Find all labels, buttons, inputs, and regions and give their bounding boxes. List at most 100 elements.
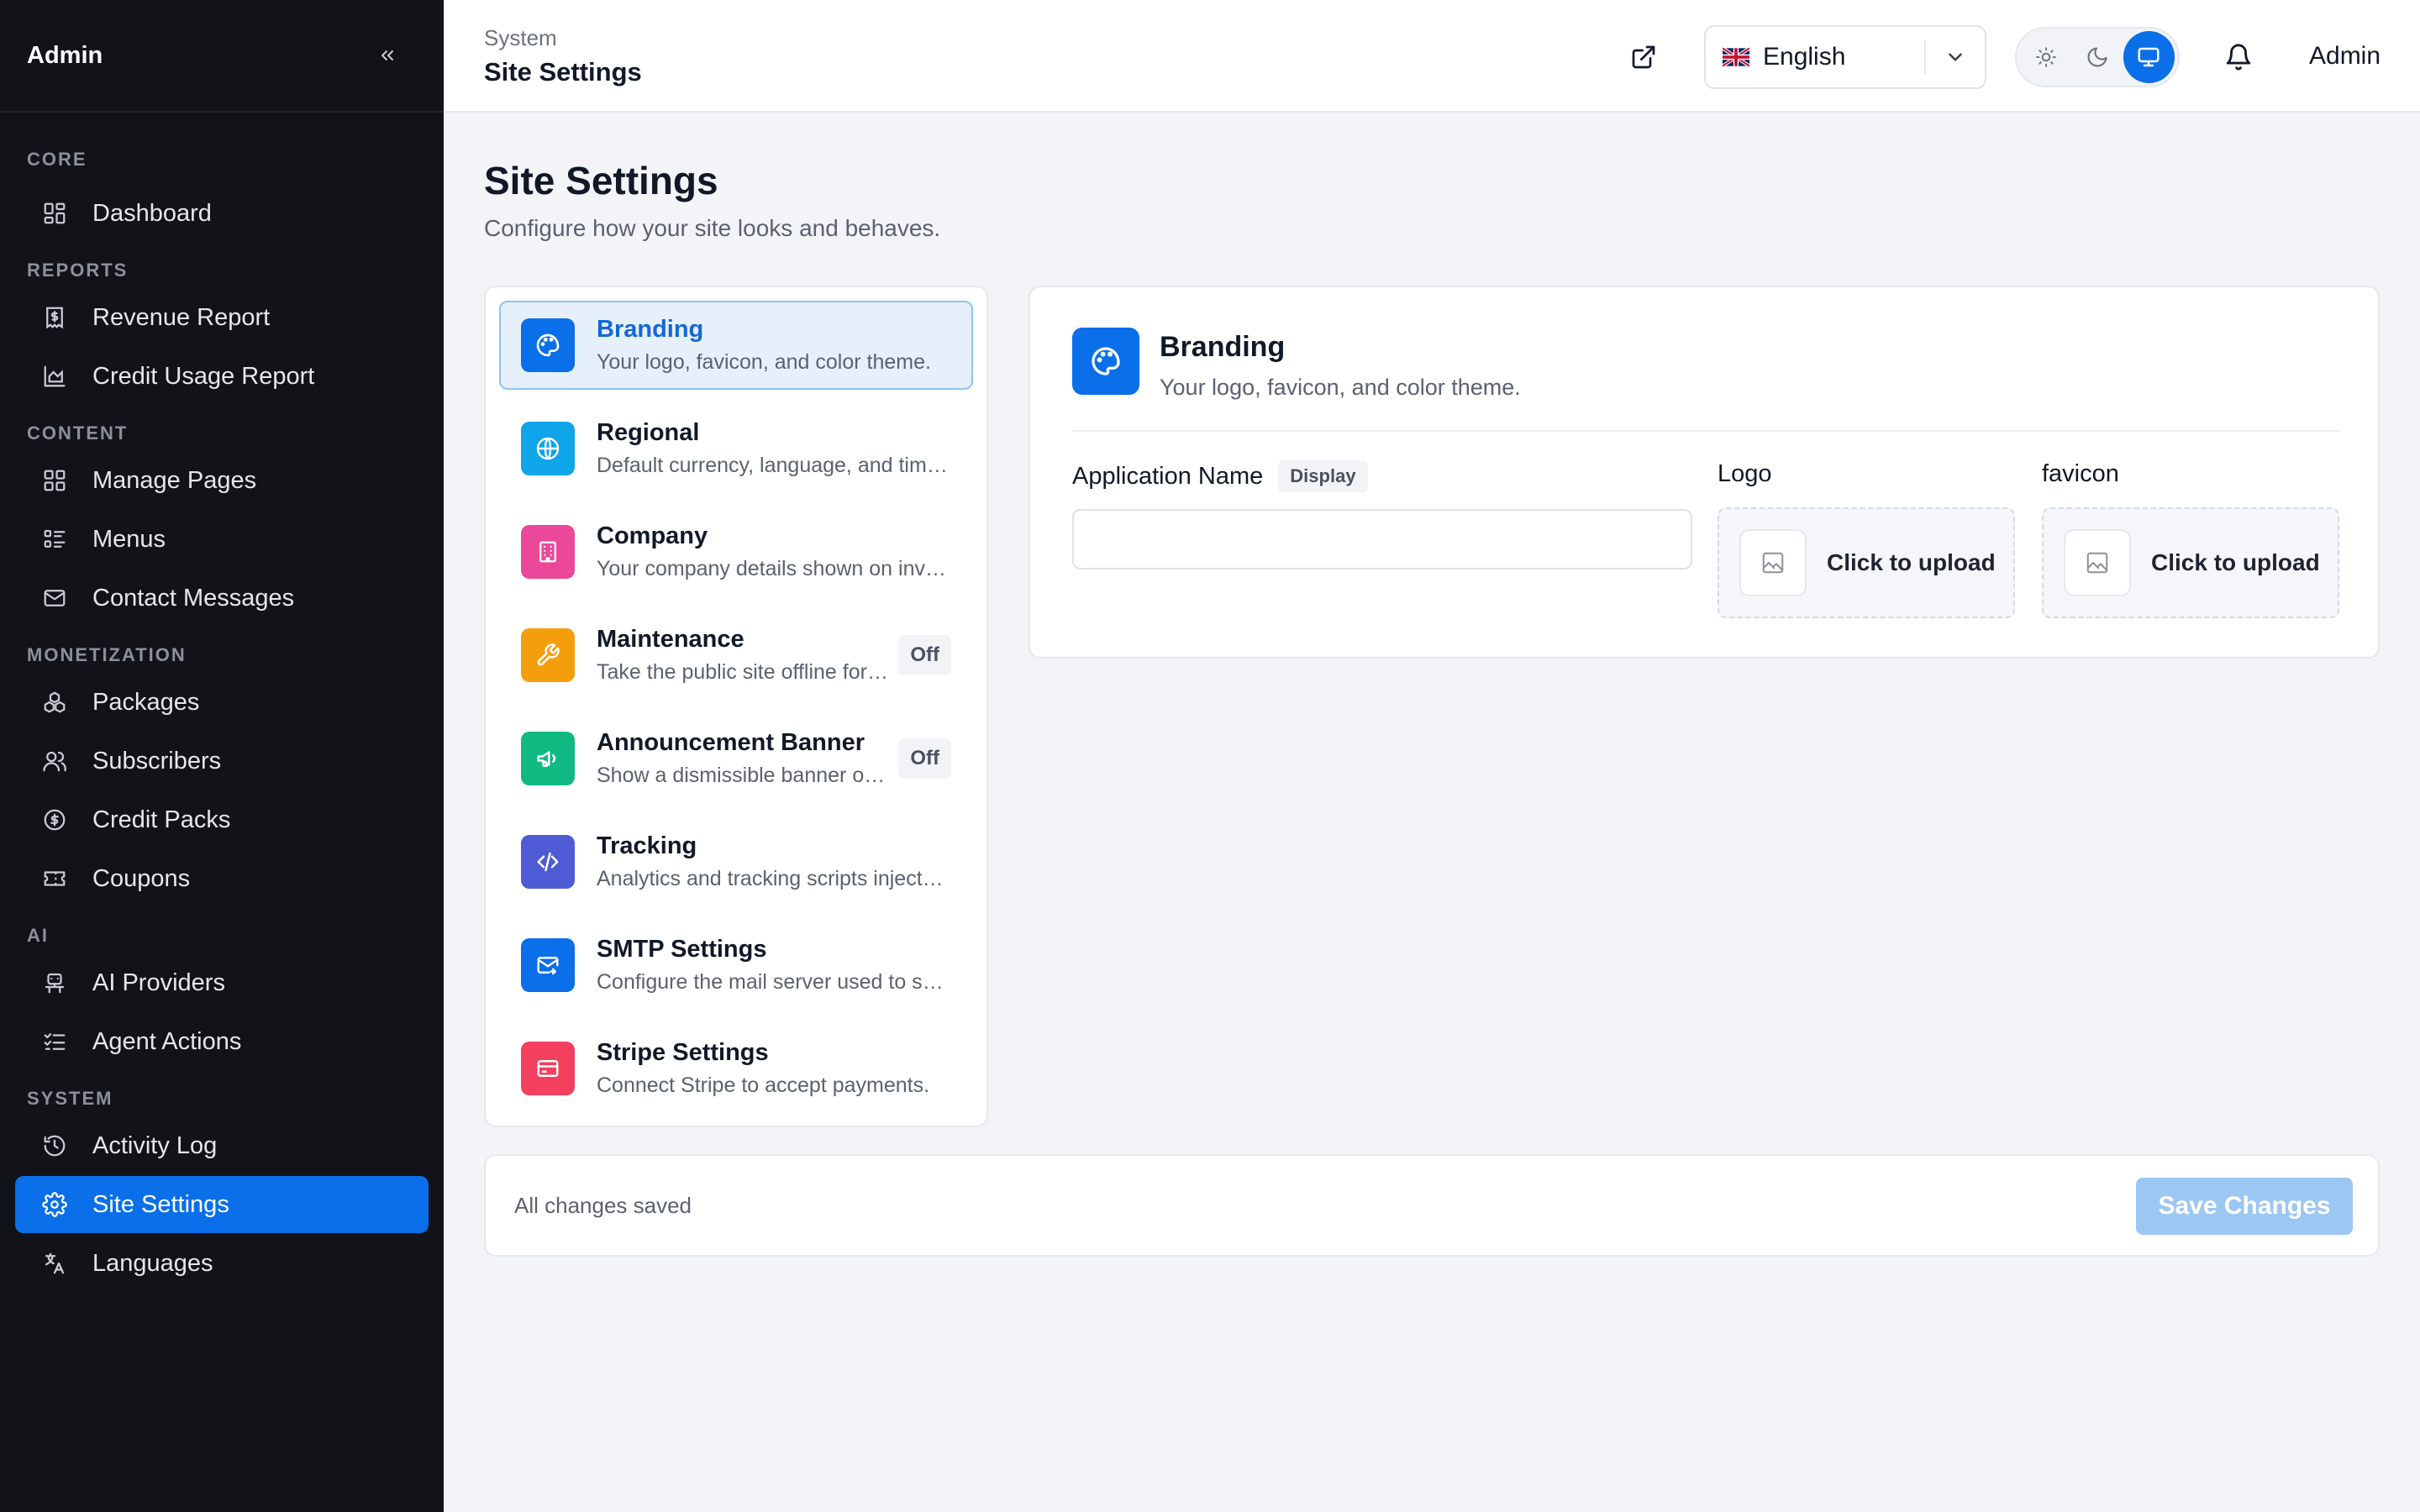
panel-title: Branding: [1160, 331, 1286, 363]
moon-icon[interactable]: [2071, 31, 2123, 83]
sidebar-item-ai-providers[interactable]: AI Providers: [15, 954, 429, 1011]
logo-upload[interactable]: Click to upload: [1718, 507, 2015, 618]
ticket-icon: [40, 864, 69, 893]
sidebar-item-label: Activity Log: [92, 1131, 218, 1159]
sidebar-item-credit-packs[interactable]: Credit Packs: [15, 791, 429, 848]
sidebar-item-credit-usage-report[interactable]: Credit Usage Report: [15, 348, 429, 405]
layout-grid-icon: [40, 466, 69, 495]
favicon-upload[interactable]: Click to upload: [2042, 507, 2339, 618]
chevron-down-icon[interactable]: [1926, 27, 1985, 87]
list-icon: [40, 525, 69, 554]
settings-nav-announcement-banner[interactable]: Announcement Banner Show a dismissible b…: [499, 714, 973, 803]
settings-nav-maintenance[interactable]: Maintenance Take the public site offline…: [499, 611, 973, 700]
application-name-label: Application Name Display: [1072, 460, 1368, 492]
sidebar-item-contact-messages[interactable]: Contact Messages: [15, 570, 429, 627]
settings-nav-desc: Your logo, favicon, and color theme.: [597, 350, 931, 374]
sidebar-section-content: CONTENT: [27, 423, 129, 444]
uk-flag-icon: [1723, 47, 1749, 67]
sidebar-item-label: Revenue Report: [92, 303, 271, 331]
save-changes-button[interactable]: Save Changes: [2136, 1178, 2353, 1235]
sidebar-section-ai: AI: [27, 925, 49, 946]
settings-nav-branding[interactable]: Branding Your logo, favicon, and color t…: [499, 301, 973, 390]
panel-divider: [1072, 430, 2339, 432]
sidebar-item-site-settings[interactable]: Site Settings: [15, 1176, 429, 1233]
robot-icon: [40, 969, 69, 997]
user-menu[interactable]: Admin: [2309, 42, 2381, 71]
sidebar: Admin CORE Dashboard REPORTS Revenue Rep…: [0, 0, 444, 1512]
palette-icon: [1072, 328, 1139, 395]
building-icon: [521, 525, 575, 579]
settings-nav-smtp[interactable]: SMTP Settings Configure the mail server …: [499, 921, 973, 1010]
sidebar-item-label: Packages: [92, 688, 200, 716]
settings-nav-desc: Your company details shown on invoices.: [597, 557, 951, 580]
wrench-icon: [521, 628, 575, 682]
sidebar-item-label: Credit Packs: [92, 806, 231, 833]
settings-nav-desc: Show a dismissible banner on the site.: [597, 764, 888, 787]
sidebar-brand: Admin: [27, 41, 103, 69]
mail-icon: [521, 938, 575, 992]
application-name-input[interactable]: [1072, 509, 1692, 570]
settings-nav-title: Announcement Banner: [597, 729, 865, 756]
settings-nav-desc: Connect Stripe to accept payments.: [597, 1074, 930, 1097]
sidebar-item-activity-log[interactable]: Activity Log: [15, 1117, 429, 1174]
users-icon: [40, 747, 69, 775]
sidebar-item-packages[interactable]: Packages: [15, 674, 429, 731]
sidebar-item-subscribers[interactable]: Subscribers: [15, 732, 429, 790]
globe-icon: [521, 422, 575, 475]
breadcrumb-current: Site Settings: [484, 57, 642, 87]
receipt-icon: [40, 303, 69, 332]
bell-icon[interactable]: [2222, 40, 2255, 74]
sidebar-section-system: SYSTEM: [27, 1088, 113, 1109]
external-link-icon[interactable]: [1627, 40, 1660, 74]
field-label-text: Application Name: [1072, 462, 1264, 490]
monitor-icon[interactable]: [2123, 31, 2175, 83]
settings-nav-regional[interactable]: Regional Default currency, language, and…: [499, 404, 973, 493]
sidebar-item-manage-pages[interactable]: Manage Pages: [15, 452, 429, 509]
sidebar-item-label: AI Providers: [92, 969, 225, 996]
grid-icon: [40, 199, 69, 228]
sidebar-item-agent-actions[interactable]: Agent Actions: [15, 1013, 429, 1070]
sidebar-item-revenue-report[interactable]: Revenue Report: [15, 289, 429, 346]
settings-nav-company[interactable]: Company Your company details shown on in…: [499, 507, 973, 596]
save-status: All changes saved: [514, 1193, 692, 1218]
checklist-icon: [40, 1027, 69, 1056]
sidebar-item-dashboard[interactable]: Dashboard: [15, 185, 429, 242]
sidebar-item-label: Coupons: [92, 864, 191, 892]
area-chart-icon: [40, 362, 69, 391]
favicon-label: favicon: [2042, 460, 2119, 487]
settings-nav-desc: Take the public site offline for mainten…: [597, 660, 888, 684]
sidebar-item-menus[interactable]: Menus: [15, 511, 429, 568]
language-select-value: English: [1763, 43, 1846, 71]
upload-label: Click to upload: [1827, 549, 1996, 575]
sun-icon[interactable]: [2020, 31, 2071, 83]
settings-nav-desc: Default currency, language, and time zon…: [597, 454, 951, 477]
sidebar-item-coupons[interactable]: Coupons: [15, 850, 429, 907]
settings-nav-desc: Analytics and tracking scripts injected.: [597, 867, 951, 890]
image-icon: [1739, 529, 1807, 596]
sidebar-item-label: Credit Usage Report: [92, 362, 315, 390]
language-select[interactable]: English: [1704, 25, 1986, 89]
logo-label: Logo: [1718, 460, 1772, 487]
sidebar-item-label: Dashboard: [92, 199, 212, 227]
sidebar-item-label: Subscribers: [92, 747, 222, 774]
image-icon: [2064, 529, 2131, 596]
sidebar-item-languages[interactable]: Languages: [15, 1235, 429, 1292]
settings-nav-title: Branding: [597, 316, 704, 343]
sidebar-item-label: Menus: [92, 525, 166, 553]
collapse-sidebar-icon[interactable]: [373, 41, 402, 70]
breadcrumb-parent[interactable]: System: [484, 25, 557, 51]
sidebar-item-label: Languages: [92, 1249, 213, 1277]
panel-subtitle: Your logo, favicon, and color theme.: [1160, 375, 1521, 400]
palette-icon: [521, 318, 575, 372]
envelope-icon: [40, 584, 69, 612]
settings-nav-stripe[interactable]: Stripe Settings Connect Stripe to accept…: [499, 1024, 973, 1113]
card-icon: [521, 1042, 575, 1095]
branding-panel: Branding Your logo, favicon, and color t…: [1028, 286, 2380, 659]
settings-nav-title: Stripe Settings: [597, 1039, 769, 1066]
megaphone-icon: [521, 732, 575, 785]
settings-nav-tracking[interactable]: Tracking Analytics and tracking scripts …: [499, 817, 973, 906]
theme-switcher: [2015, 27, 2180, 87]
code-icon: [521, 835, 575, 889]
page-subtitle: Configure how your site looks and behave…: [484, 215, 941, 241]
upload-label: Click to upload: [2151, 549, 2320, 575]
